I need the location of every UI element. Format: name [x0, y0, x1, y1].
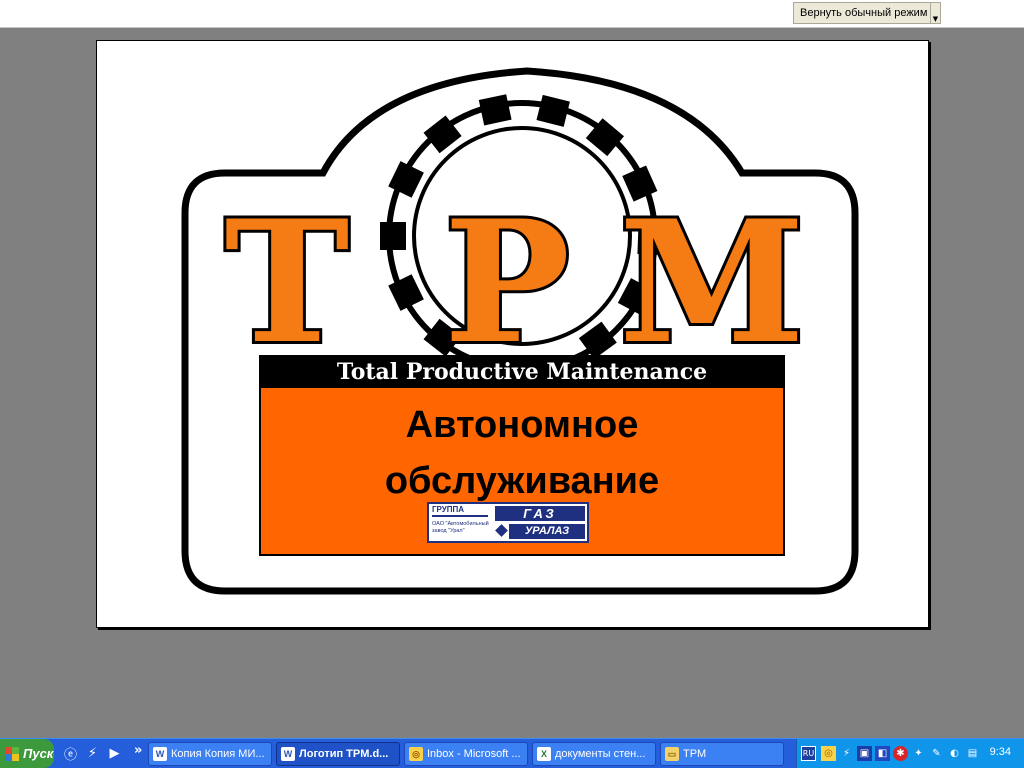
windows-flag-icon [5, 746, 19, 761]
gaz-badge: ГРУППА ОАО "Автомобильный завод "Урал" Г… [427, 502, 589, 543]
logo-subtitle: Total Productive Maintenance [337, 359, 707, 385]
logo-letter-p: P [444, 183, 570, 381]
logo-title-line1: Автономное [405, 404, 639, 446]
taskbar-item[interactable]: W Логотип TPM.d... [276, 742, 400, 766]
monitor-tray-icon[interactable]: ▣ [857, 746, 872, 761]
document-page: T P M Total Productive Maintenance Автон… [96, 40, 929, 628]
ie-icon[interactable]: ⓔ [62, 745, 79, 763]
logo-title: Автономное обслуживание [260, 397, 784, 509]
logo-letter-m: M [619, 183, 805, 381]
taskbar-item[interactable]: X документы стен... [532, 742, 656, 766]
taskbar-item-label: документы стен... [555, 748, 646, 760]
gaz-org-text: ОАО "Автомобильный завод "Урал" [432, 521, 489, 534]
ural-mark: УРАЛАЗ [509, 524, 585, 539]
restore-normal-view-button[interactable]: Вернуть обычный режим ▼ [793, 2, 941, 24]
badge-divider [432, 515, 488, 517]
system-tray: RU ◎ ⚡ ▣ ◧ ✱ ✦ ✎ ◐ ▤ 9:34 [796, 739, 1024, 768]
clock[interactable]: 9:34 [990, 746, 1011, 758]
start-button[interactable]: Пуск [0, 739, 54, 768]
diamond-icon [495, 524, 508, 537]
winamp-tray-icon[interactable]: ⚡ [839, 746, 854, 761]
winamp-icon[interactable]: ⚡ [84, 745, 101, 762]
restore-normal-view-label: Вернуть обычный режим [800, 7, 928, 19]
media-player-icon[interactable]: ▶ [106, 745, 123, 762]
taskbar-item[interactable]: ◎ Inbox - Microsoft ... [404, 742, 528, 766]
language-indicator[interactable]: RU [801, 746, 816, 761]
folder-icon: ▭ [665, 747, 679, 761]
gaz-group-label: ГРУППА [432, 505, 465, 514]
outlook-icon: ◎ [409, 747, 423, 761]
network-connection-icon[interactable]: ▤ [965, 746, 980, 761]
top-toolbar: Вернуть обычный режим ▼ [0, 0, 1024, 28]
word-icon: W [153, 747, 167, 761]
antivirus-tray-icon[interactable]: ✱ [893, 746, 908, 761]
taskbar-item-label: Копия Копия МИ... [171, 748, 265, 760]
taskbar-item-label: TPM [683, 748, 707, 760]
word-icon: W [281, 747, 295, 761]
taskbar-item[interactable]: W Копия Копия МИ... [148, 742, 272, 766]
excel-icon: X [537, 747, 551, 761]
chevron-down-icon[interactable]: ▼ [930, 3, 940, 23]
start-label: Пуск [23, 746, 54, 761]
network-tray-icon[interactable]: ◧ [875, 746, 890, 761]
pen-tray-icon[interactable]: ✎ [929, 746, 944, 761]
taskbar-item-label: Логотип TPM.d... [299, 748, 389, 760]
taskbar-item-label: Inbox - Microsoft ... [427, 748, 521, 760]
volume-tray-icon[interactable]: ◐ [947, 746, 962, 761]
logo-letter-t: T [224, 183, 349, 381]
logo-title-line2: обслуживание [384, 460, 660, 502]
outlook-tray-icon[interactable]: ◎ [821, 746, 836, 761]
taskbar: Пуск ⓔ ⚡ ▶ » W Копия Копия МИ... W Логот… [0, 738, 1024, 768]
nero-tray-icon[interactable]: ✦ [911, 746, 926, 761]
quick-launch-more-button[interactable]: » [134, 743, 142, 758]
taskbar-item[interactable]: ▭ TPM [660, 742, 784, 766]
gaz-mark: ГАЗ [495, 506, 585, 521]
